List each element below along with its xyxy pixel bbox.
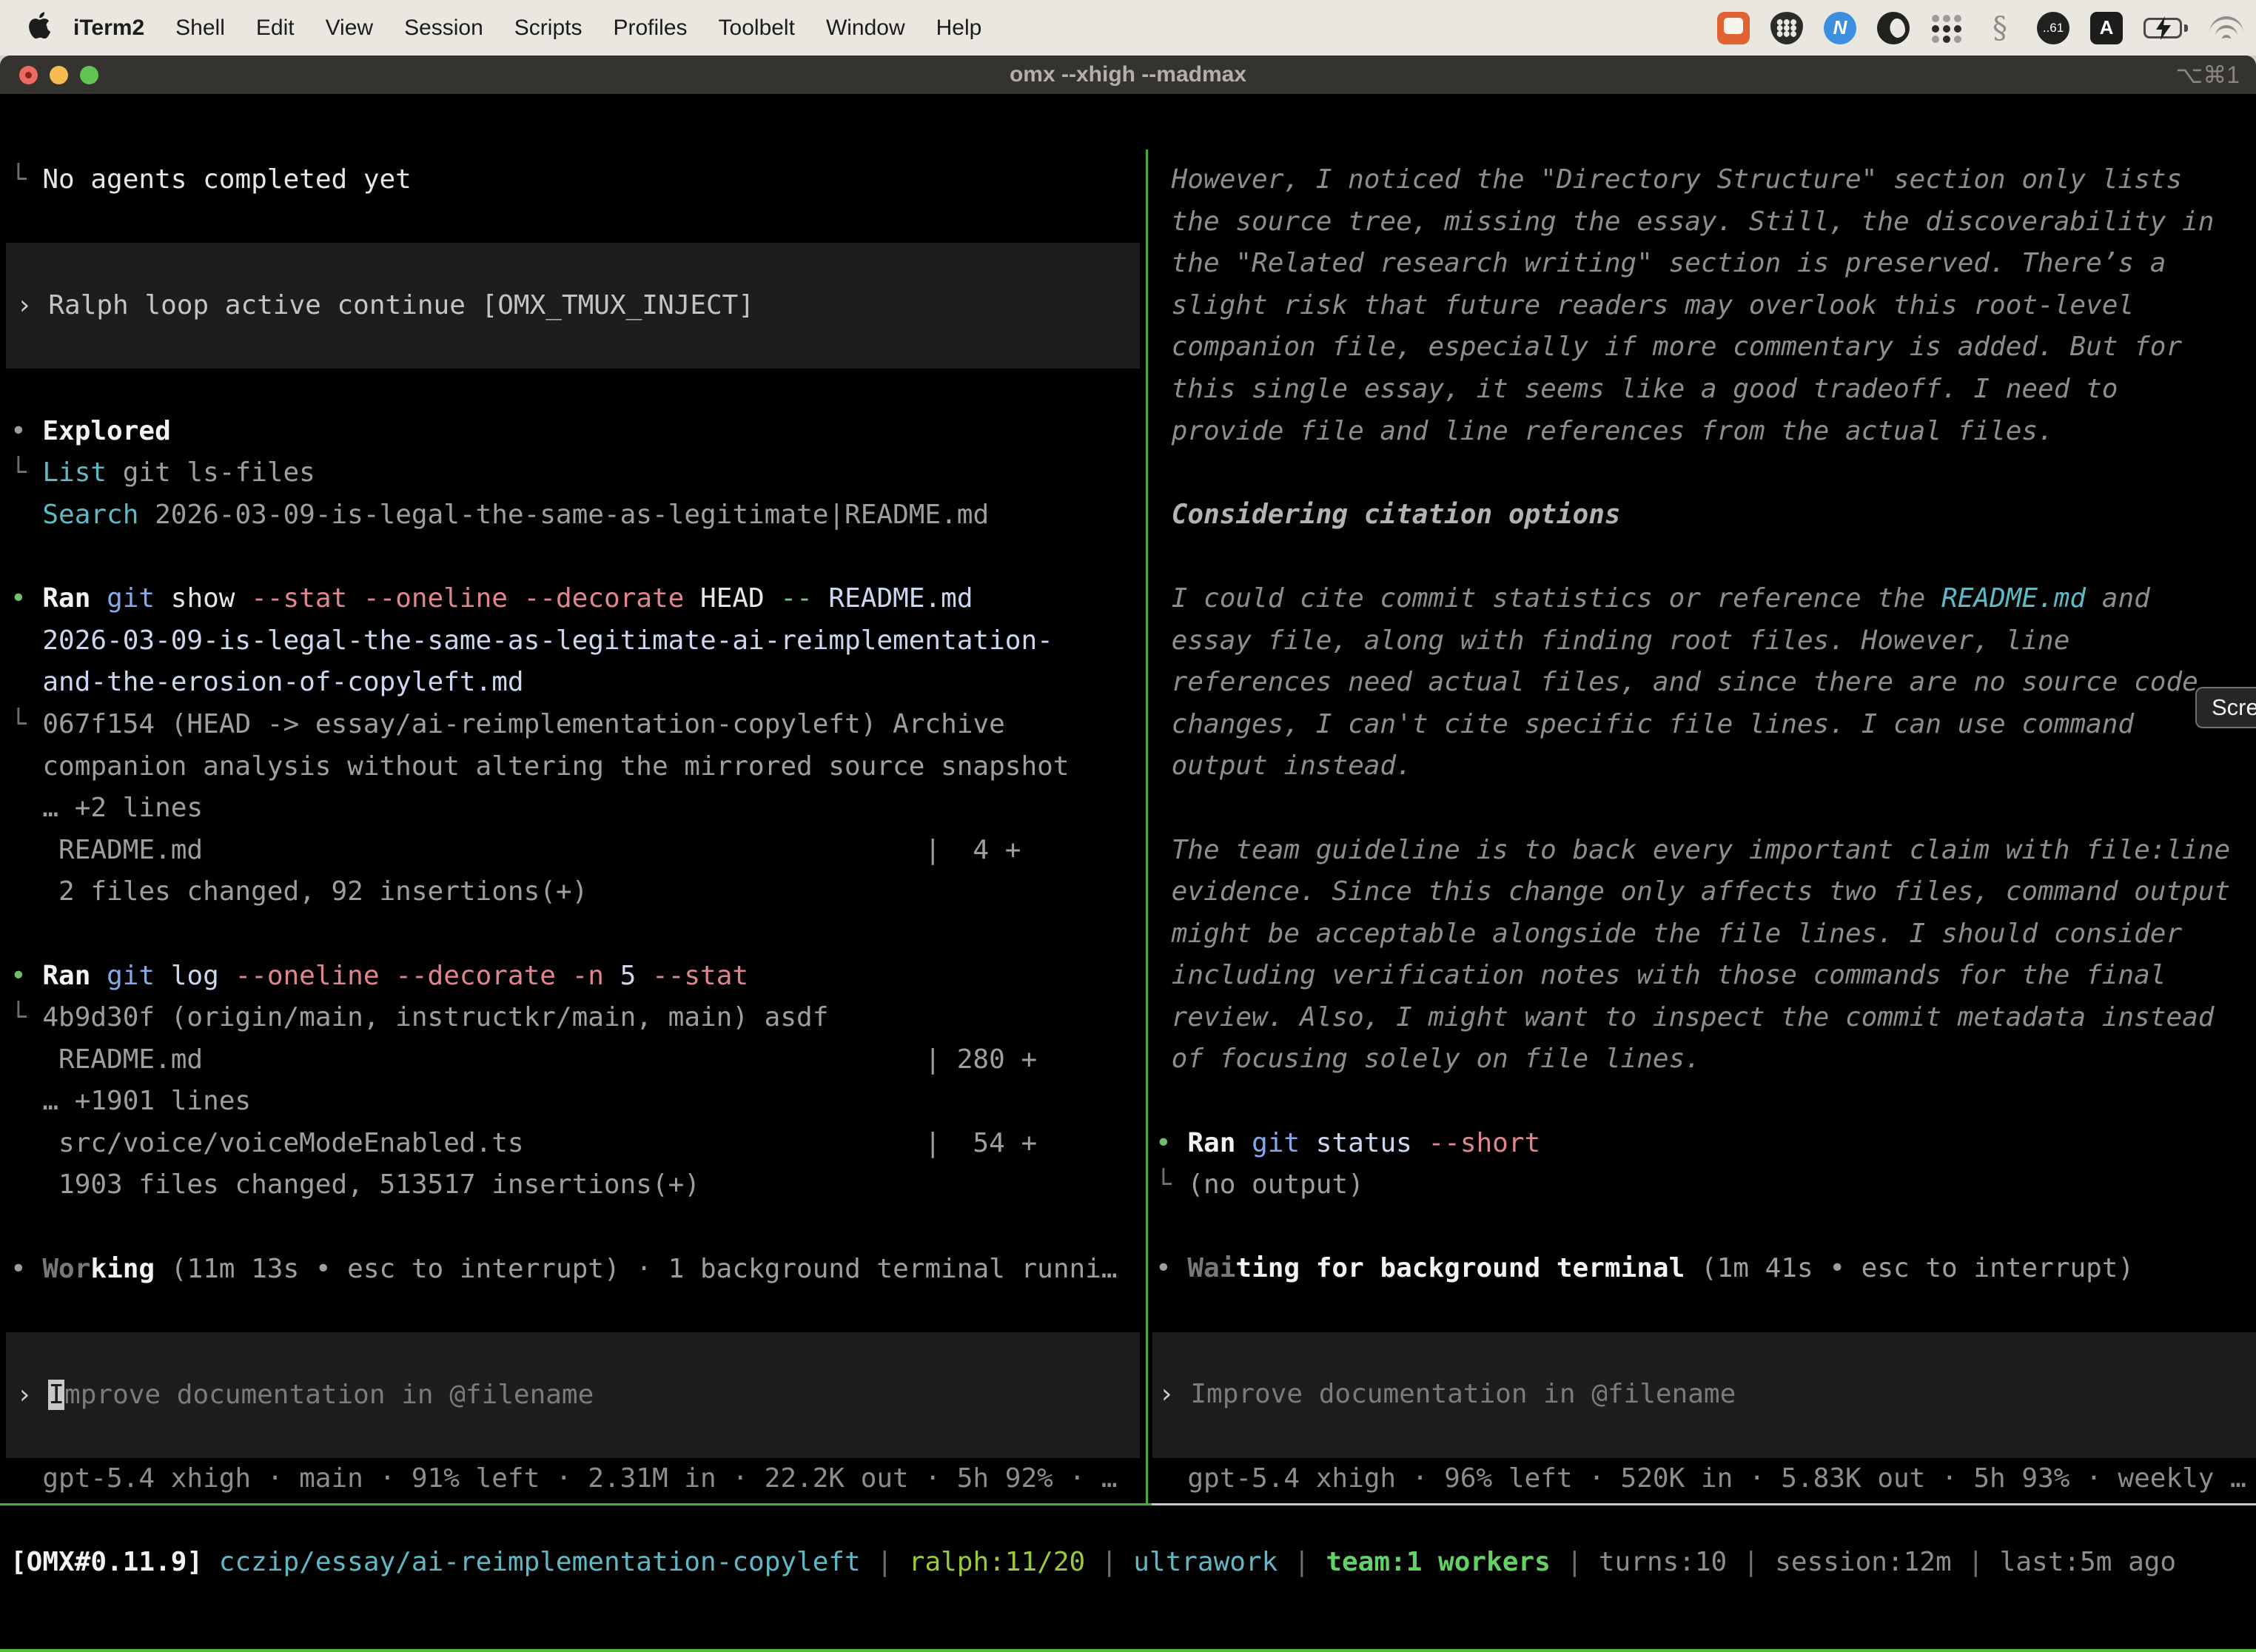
tmux-host-clock: "MacBook-Pro-44.local" 04:52 31-Mar-26 bbox=[1642, 1649, 2256, 1652]
left-scrollback-top: └ No agents completed yet bbox=[10, 159, 1146, 243]
pane-border-inactive bbox=[1152, 1503, 2256, 1505]
tmux-session-label[interactable]: [omx-cczip0:bash* bbox=[0, 1649, 278, 1652]
dots-grid-icon[interactable] bbox=[1930, 12, 1963, 44]
iterm-window: omx --xhigh --madmax ⌥⌘1 └ No agents com… bbox=[0, 56, 2256, 1652]
chat-icon[interactable] bbox=[1717, 12, 1750, 44]
moon-icon[interactable] bbox=[1877, 12, 1910, 44]
inject-banner: › Ralph loop active continue [OMX_TMUX_I… bbox=[6, 243, 1140, 369]
menu-iterm2[interactable]: iTerm2 bbox=[73, 16, 144, 40]
shield-icon[interactable] bbox=[1770, 12, 1803, 44]
right-status-line: gpt-5.4 xhigh · 96% left · 520K in · 5.8… bbox=[1155, 1458, 2256, 1500]
right-input-box[interactable]: › Improve documentation in @filename bbox=[1152, 1332, 2256, 1458]
window-shortcut: ⌥⌘1 bbox=[2175, 61, 2240, 89]
menu-bar: iTerm2 Shell Edit View Session Scripts Profile… bbox=[0, 0, 2256, 56]
minimize-button[interactable] bbox=[50, 66, 68, 84]
traffic-lights bbox=[19, 66, 98, 84]
apple-logo[interactable] bbox=[28, 12, 50, 44]
pane-divider-vertical[interactable] bbox=[1146, 150, 1148, 1505]
window-titlebar[interactable]: omx --xhigh --madmax ⌥⌘1 bbox=[0, 56, 2256, 94]
menu-window[interactable]: Window bbox=[826, 16, 905, 40]
screen-tooltip-label: Scre bbox=[2212, 694, 2256, 721]
menu-items: iTerm2 Shell Edit View Session Scripts Profile… bbox=[58, 16, 997, 41]
menu-status-icons: § ..61 A bbox=[1717, 0, 2243, 56]
left-input-box[interactable]: › Improve documentation in @filename bbox=[6, 1332, 1140, 1458]
menu-help[interactable]: Help bbox=[936, 16, 982, 40]
zoom-button[interactable] bbox=[80, 66, 98, 84]
left-status-line: gpt-5.4 xhigh · main · 91% left · 2.31M … bbox=[10, 1458, 1146, 1500]
letter-a-icon[interactable]: A bbox=[2090, 12, 2123, 44]
pane-left[interactable]: └ No agents completed yet › Ralph loop a… bbox=[0, 150, 1146, 1500]
screen-tooltip: Scre bbox=[2195, 687, 2256, 728]
tmux-status-bar: [omx-cczip0:bash* "MacBook-Pro-44.local"… bbox=[0, 1649, 2256, 1652]
right-scrollback: However, I noticed the "Directory Struct… bbox=[1155, 159, 2256, 1332]
blue-app-icon[interactable] bbox=[1824, 12, 1856, 44]
close-button[interactable] bbox=[19, 66, 38, 84]
window-title: omx --xhigh --madmax bbox=[1010, 62, 1246, 87]
squiggle-icon[interactable]: § bbox=[1984, 12, 2016, 44]
menu-profiles[interactable]: Profiles bbox=[613, 16, 687, 40]
menu-edit[interactable]: Edit bbox=[256, 16, 295, 40]
menu-session[interactable]: Session bbox=[404, 16, 483, 40]
pane-right[interactable]: However, I noticed the "Directory Struct… bbox=[1148, 150, 2256, 1500]
badge-61-icon[interactable]: ..61 bbox=[2037, 12, 2069, 44]
menu-scripts[interactable]: Scripts bbox=[514, 16, 583, 40]
menu-view[interactable]: View bbox=[326, 16, 373, 40]
wifi-icon[interactable] bbox=[2210, 12, 2243, 44]
terminal[interactable]: └ No agents completed yet › Ralph loop a… bbox=[0, 150, 2256, 1652]
left-scrollback: • Explored└ List git ls-files Search 202… bbox=[10, 369, 1146, 1332]
menu-shell[interactable]: Shell bbox=[175, 16, 225, 40]
omx-status-bar: [OMX#0.11.9] cczip/essay/ai-reimplementa… bbox=[10, 1542, 2176, 1584]
menu-toolbelt[interactable]: Toolbelt bbox=[719, 16, 795, 40]
pane-border-active bbox=[0, 1503, 1152, 1505]
battery-charging-icon[interactable] bbox=[2143, 12, 2189, 44]
screen: iTerm2 Shell Edit View Session Scripts Profile… bbox=[0, 0, 2256, 1652]
